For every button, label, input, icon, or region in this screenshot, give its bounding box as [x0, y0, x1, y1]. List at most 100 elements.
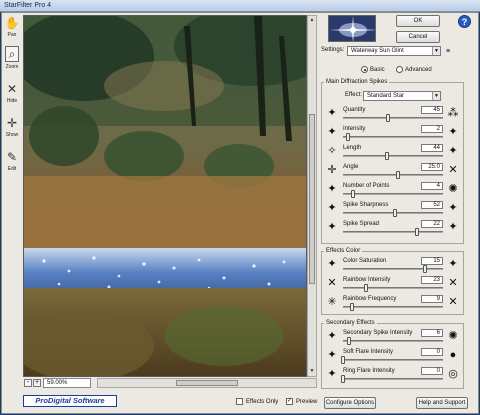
horizontal-scrollbar[interactable] — [97, 378, 317, 388]
quantity-slider-track[interactable] — [343, 117, 443, 119]
number-of-points-label: Number of Points — [343, 183, 390, 189]
intensity-max-icon: ✦ — [448, 126, 458, 138]
rainbow-intensity-slider-thumb[interactable] — [364, 284, 368, 292]
settings-menu-icon[interactable]: ≡ — [446, 48, 450, 55]
basic-radio[interactable]: Basic — [361, 66, 385, 74]
intensity-value[interactable]: 2 — [421, 125, 443, 133]
ok-button[interactable]: OK — [396, 15, 440, 27]
secondary-spike-intensity-slider-thumb[interactable] — [347, 337, 351, 345]
length-max-icon: ✦ — [448, 145, 458, 157]
scroll-up-icon[interactable]: ▲ — [308, 16, 316, 25]
quantity-slider-thumb[interactable] — [386, 114, 390, 122]
color-saturation-slider-thumb[interactable] — [423, 265, 427, 273]
spike-sharpness-min-icon: ✦ — [327, 202, 337, 214]
settings-dropdown[interactable]: Waterway Sun Glint ▼ — [347, 46, 441, 56]
intensity-slider-track[interactable] — [343, 136, 443, 138]
angle-value[interactable]: 25.0 — [421, 163, 443, 171]
angle-slider-track[interactable] — [343, 174, 443, 176]
spike-spread-label: Spike Spread — [343, 221, 380, 227]
pan-tool[interactable]: ✋ Pan — [2, 14, 22, 44]
settings-value: Waterway Sun Glint — [351, 48, 404, 54]
spike-spread-value[interactable]: 22 — [421, 220, 443, 228]
advanced-radio[interactable]: Advanced — [396, 66, 432, 74]
vertical-scroll-thumb[interactable] — [309, 114, 315, 284]
zoom-out-button[interactable]: - — [24, 379, 32, 387]
prodigital-logo: ProDigital Software — [23, 395, 117, 407]
number-of-points-value[interactable]: 4 — [421, 182, 443, 190]
pan-label: Pan — [7, 32, 17, 38]
soft-flare-intensity-slider-thumb[interactable] — [341, 356, 345, 364]
rainbow-intensity-slider-track[interactable] — [343, 287, 443, 289]
spike-sharpness-slider-thumb[interactable] — [393, 209, 397, 217]
secondary-spike-intensity-value[interactable]: 6 — [421, 329, 443, 337]
intensity-label: Intensity — [343, 126, 366, 132]
color-saturation-row: ✦ Color Saturation 15 ✦ — [321, 257, 464, 275]
length-row: ✧ Length 44 ✦ — [321, 144, 464, 162]
soft-flare-intensity-max-icon: ● — [449, 349, 457, 361]
number-of-points-max-icon: ✺ — [448, 183, 458, 195]
ring-flare-intensity-slider-thumb[interactable] — [341, 375, 345, 383]
vertical-scrollbar[interactable]: ▲ ▼ — [307, 15, 317, 377]
show-tool[interactable]: ✛ Show — [2, 114, 22, 144]
horizontal-scroll-thumb[interactable] — [176, 380, 238, 386]
number-of-points-slider-thumb[interactable] — [351, 190, 355, 198]
length-slider-track[interactable] — [343, 155, 443, 157]
zoom-in-button[interactable]: + — [33, 379, 41, 387]
scroll-down-icon[interactable]: ▼ — [308, 367, 316, 376]
soft-flare-intensity-value[interactable]: 0 — [421, 348, 443, 356]
soft-flare-intensity-row: ✦ Soft Flare Intensity 0 ● — [321, 348, 464, 366]
chevron-down-icon: ▼ — [432, 92, 440, 100]
hide-tool[interactable]: ✕ Hide — [2, 80, 22, 110]
soft-flare-intensity-min-icon: ✦ — [327, 349, 337, 361]
x-icon: ✕ — [6, 82, 18, 96]
spike-sharpness-value[interactable]: 52 — [421, 201, 443, 209]
edit-label: Edit — [7, 166, 17, 172]
intensity-slider-thumb[interactable] — [346, 133, 350, 141]
rainbow-frequency-slider-track[interactable] — [343, 306, 443, 308]
color-saturation-value[interactable]: 15 — [421, 257, 443, 265]
quantity-value[interactable]: 45 — [421, 106, 443, 114]
crosshair-icon: ✛ — [6, 116, 18, 130]
secondary-spike-intensity-slider-track[interactable] — [343, 340, 443, 342]
rainbow-frequency-slider-thumb[interactable] — [350, 303, 354, 311]
ring-flare-intensity-slider-track[interactable] — [343, 378, 443, 380]
number-of-points-slider-track[interactable] — [343, 193, 443, 195]
spike-spread-slider-thumb[interactable] — [415, 228, 419, 236]
title-bar[interactable]: StarFilter Pro 4 — [0, 0, 480, 12]
soft-flare-intensity-slider-track[interactable] — [343, 359, 443, 361]
cancel-button[interactable]: Cancel — [396, 31, 440, 43]
hand-icon: ✋ — [4, 16, 20, 30]
effect-preview-thumbnail — [328, 15, 376, 42]
hide-label: Hide — [6, 98, 18, 104]
spike-spread-slider-track[interactable] — [343, 231, 443, 233]
rainbow-intensity-value[interactable]: 23 — [421, 276, 443, 284]
effects-only-box[interactable] — [236, 398, 243, 405]
edit-tool[interactable]: ✎ Edit — [2, 148, 22, 178]
help-icon[interactable]: ? — [458, 15, 471, 28]
rainbow-frequency-value[interactable]: 9 — [421, 295, 443, 303]
advanced-radio-dot[interactable] — [396, 66, 403, 73]
secondary-spike-intensity-label: Secondary Spike Intensity — [343, 330, 413, 336]
zoom-tool[interactable]: ⌕ Zoom — [2, 46, 22, 76]
effect-dropdown[interactable]: Standard Star ▼ — [363, 91, 441, 101]
length-slider-thumb[interactable] — [385, 152, 389, 160]
effects-only-checkbox[interactable]: Effects Only — [236, 398, 278, 406]
length-value[interactable]: 44 — [421, 144, 443, 152]
secondary-spike-intensity-max-icon: ✺ — [448, 330, 458, 342]
angle-slider-thumb[interactable] — [396, 171, 400, 179]
ring-flare-intensity-value[interactable]: 0 — [421, 367, 443, 375]
preview-checkbox[interactable]: ✓ Preview — [286, 398, 317, 406]
zoom-level[interactable]: 59.00% — [43, 378, 91, 388]
configure-options-button[interactable]: Configure Options — [324, 397, 376, 409]
preview-label: Preview — [296, 399, 318, 406]
length-label: Length — [343, 145, 362, 151]
basic-radio-dot[interactable] — [361, 66, 368, 73]
main-diffraction-legend: Main Diffraction Spikes — [324, 78, 390, 86]
chevron-down-icon: ▼ — [432, 47, 440, 55]
preview-image[interactable] — [23, 15, 307, 377]
show-label: Show — [5, 132, 19, 138]
length-min-icon: ✧ — [327, 145, 337, 157]
preview-check-icon[interactable]: ✓ — [286, 398, 293, 405]
color-saturation-slider-track[interactable] — [343, 268, 443, 270]
help-and-support-button[interactable]: Help and Support — [416, 397, 468, 409]
